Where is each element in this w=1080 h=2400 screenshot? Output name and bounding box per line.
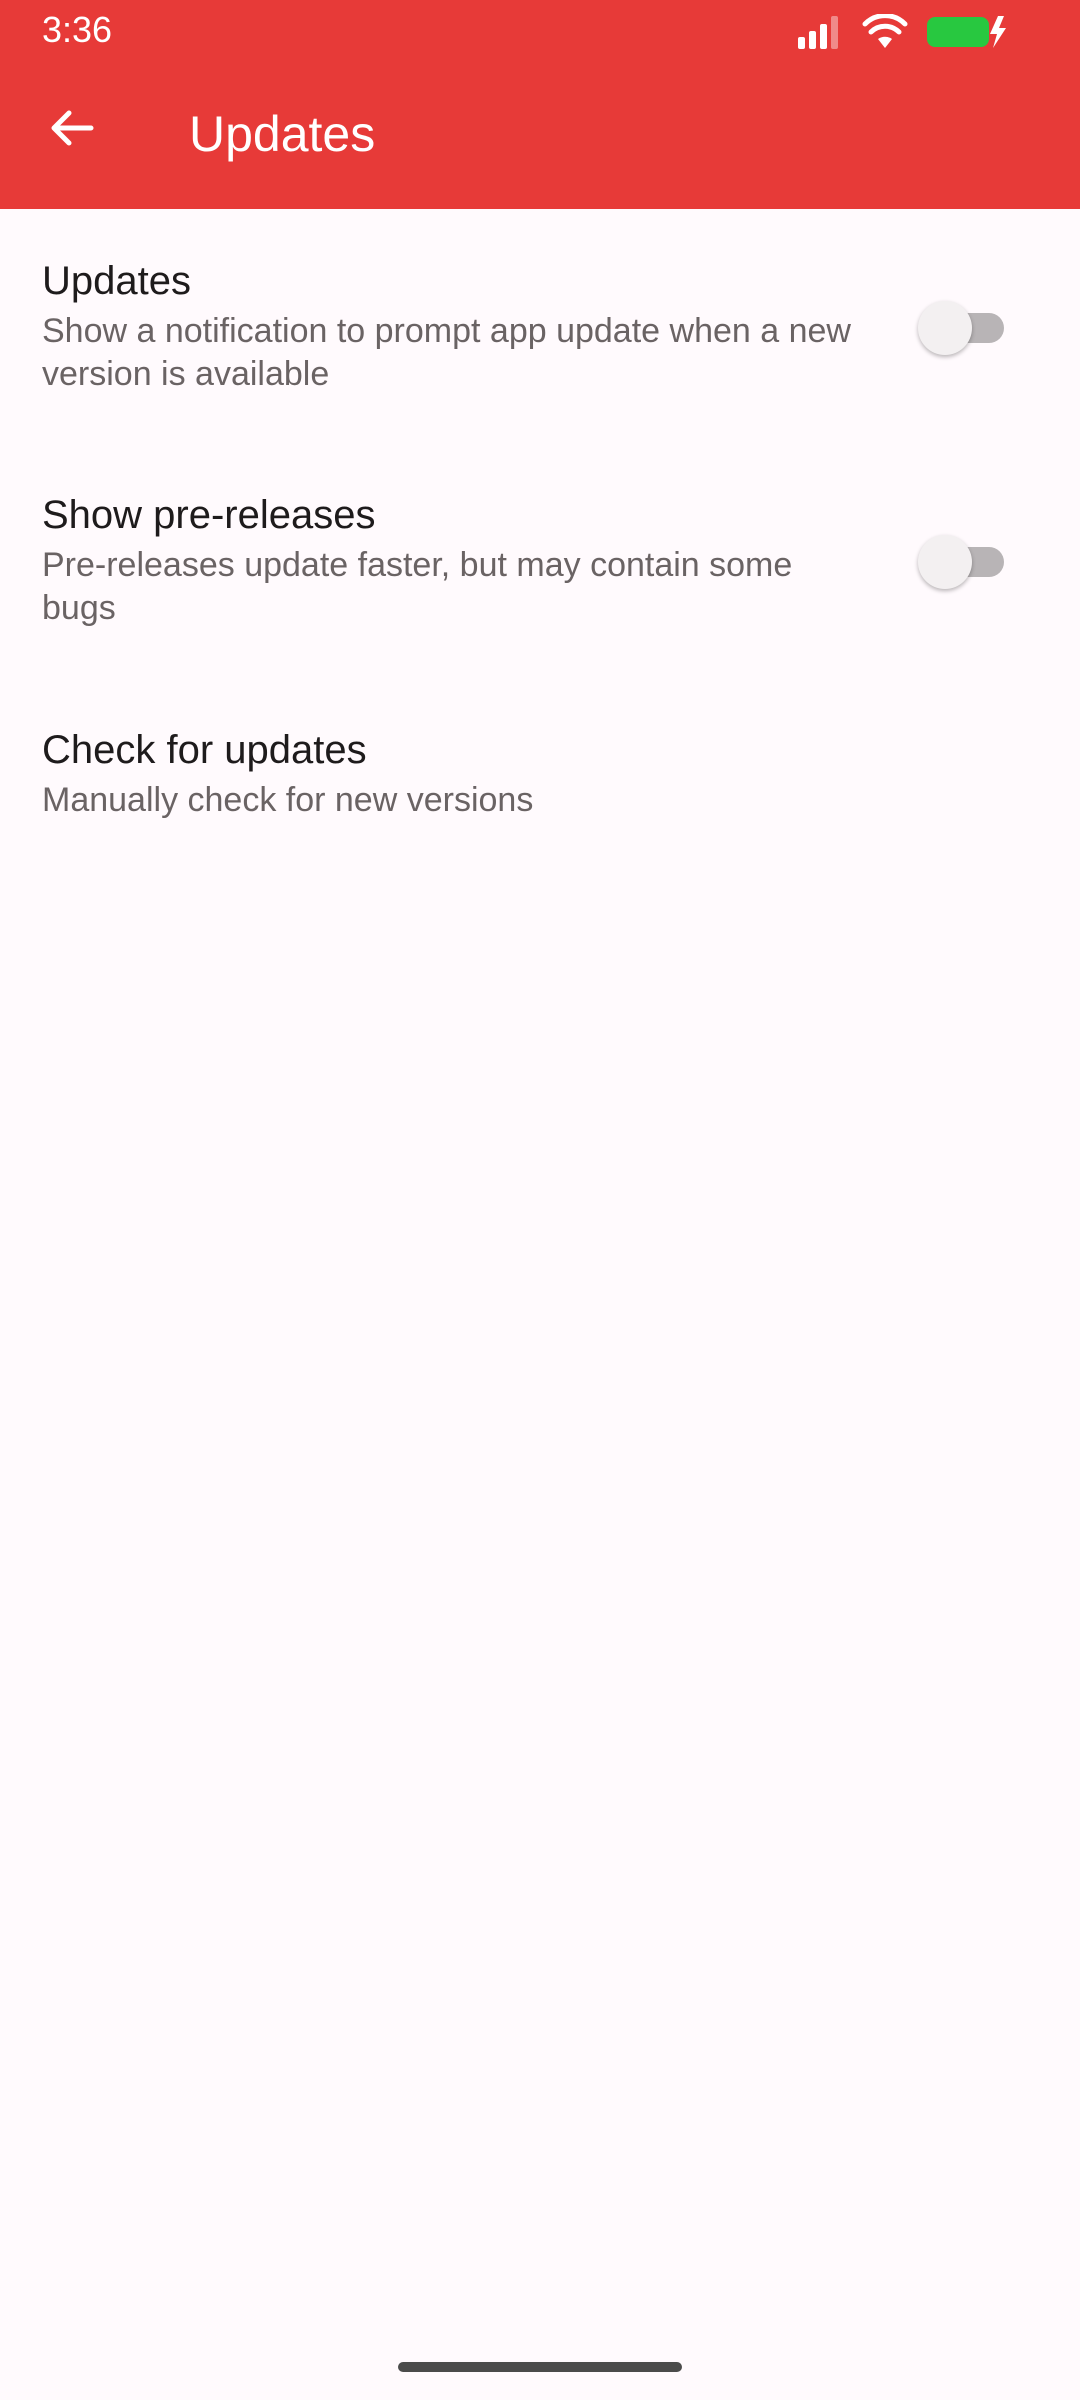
- settings-list: Updates Show a notification to prompt ap…: [0, 209, 1080, 878]
- updates-toggle[interactable]: [918, 300, 1008, 356]
- setting-title: Check for updates: [42, 728, 367, 772]
- setting-summary: Show a notification to prompt app update…: [42, 312, 851, 393]
- settings-screen: 3:36 Updates Updates Show a notification…: [0, 0, 1080, 2400]
- page-title: Updates: [189, 106, 376, 162]
- back-button[interactable]: [42, 100, 102, 160]
- toggle-thumb: [918, 535, 972, 589]
- wifi-icon: [862, 14, 908, 50]
- pre-releases-toggle[interactable]: [918, 534, 1008, 590]
- gesture-nav-handle[interactable]: [398, 2362, 682, 2372]
- signal-icon: [798, 15, 844, 49]
- status-icons: [798, 12, 1010, 52]
- setting-updates[interactable]: Updates Show a notification to prompt ap…: [0, 209, 1080, 443]
- setting-summary: Manually check for new versions: [42, 781, 534, 819]
- toggle-thumb: [918, 301, 972, 355]
- setting-title: Show pre-releases: [42, 493, 376, 537]
- arrow-left-icon: [49, 108, 95, 153]
- status-time: 3:36: [42, 9, 113, 50]
- setting-title: Updates: [42, 259, 191, 303]
- setting-check-for-updates[interactable]: Check for updates Manually check for new…: [0, 678, 1080, 878]
- setting-show-pre-releases[interactable]: Show pre-releases Pre-releases update fa…: [0, 443, 1080, 678]
- setting-summary: Pre-releases update faster, but may cont…: [42, 546, 793, 627]
- app-bar: 3:36 Updates: [0, 0, 1080, 209]
- battery-charging-icon: [926, 14, 1010, 50]
